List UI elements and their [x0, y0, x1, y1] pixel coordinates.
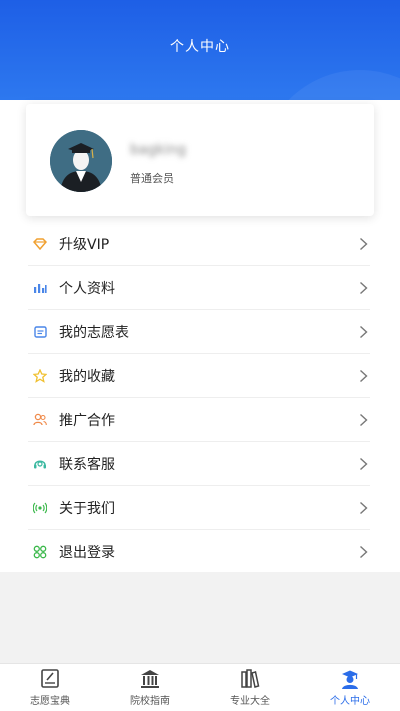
menu-item-my-applications[interactable]: 我的志愿表	[28, 310, 370, 354]
form-icon	[33, 325, 47, 339]
tab-personal-center[interactable]: 个人中心	[300, 664, 400, 711]
building-icon	[141, 670, 159, 688]
book-edit-icon	[41, 669, 59, 688]
menu-item-label: 个人资料	[59, 280, 115, 297]
menu-item-label: 联系客服	[59, 456, 115, 473]
broadcast-icon	[33, 501, 47, 515]
chevron-right-icon	[360, 369, 368, 383]
username: bagking	[130, 142, 187, 158]
page-title: 个人中心	[170, 39, 230, 55]
chevron-right-icon	[360, 413, 368, 427]
tab-label: 院校指南	[130, 696, 170, 707]
member-level: 普通会员	[130, 172, 174, 185]
menu-item-promotion[interactable]: 推广合作	[28, 398, 370, 442]
tab-school-guide[interactable]: 院校指南	[100, 664, 200, 711]
menu-item-upgrade-vip[interactable]: 升级VIP	[28, 222, 370, 266]
bottom-tab-bar: 志愿宝典 院校指南 专业大全 个人中心	[0, 663, 400, 711]
grid-icon	[33, 545, 47, 559]
menu-item-profile[interactable]: 个人资料	[28, 266, 370, 310]
chevron-right-icon	[360, 545, 368, 559]
menu-item-label: 我的收藏	[59, 368, 115, 385]
tab-label: 专业大全	[230, 696, 270, 707]
menu-item-label: 我的志愿表	[59, 324, 129, 341]
menu-list: 升级VIP 个人资料 我的志愿表 我的收藏 推广合作 联系客服 关于我们 退出登…	[28, 222, 370, 574]
tab-majors[interactable]: 专业大全	[200, 664, 300, 711]
diamond-icon	[33, 237, 47, 251]
menu-item-label: 关于我们	[59, 500, 115, 517]
bar-chart-icon	[33, 281, 47, 295]
menu-item-favorites[interactable]: 我的收藏	[28, 354, 370, 398]
star-icon	[33, 368, 47, 383]
headset-icon	[33, 457, 47, 471]
graduate-icon	[342, 670, 358, 689]
tab-label: 个人中心	[330, 696, 370, 707]
tab-label: 志愿宝典	[30, 696, 70, 707]
chevron-right-icon	[360, 501, 368, 515]
menu-item-about-us[interactable]: 关于我们	[28, 486, 370, 530]
chevron-right-icon	[360, 325, 368, 339]
tab-application-guide[interactable]: 志愿宝典	[0, 664, 100, 711]
chevron-right-icon	[360, 237, 368, 251]
menu-item-customer-service[interactable]: 联系客服	[28, 442, 370, 486]
books-icon	[241, 669, 260, 688]
menu-item-label: 推广合作	[59, 412, 115, 429]
chevron-right-icon	[360, 281, 368, 295]
profile-card[interactable]: bagking 普通会员	[26, 104, 374, 216]
avatar[interactable]	[50, 130, 112, 192]
menu-item-label: 退出登录	[59, 545, 115, 561]
menu-item-logout[interactable]: 退出登录	[28, 530, 370, 574]
menu-item-label: 升级VIP	[59, 236, 110, 253]
people-icon	[33, 413, 47, 427]
chevron-right-icon	[360, 457, 368, 471]
